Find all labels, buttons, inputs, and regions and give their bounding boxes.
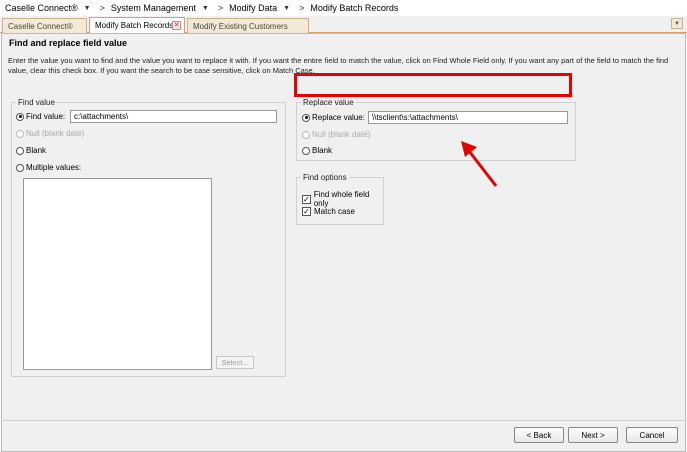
radio-button-selected[interactable]: [16, 112, 24, 121]
replace-blank-radio[interactable]: Blank: [302, 146, 332, 155]
radio-button[interactable]: [16, 163, 24, 172]
cancel-button[interactable]: Cancel: [626, 427, 678, 443]
find-blank-radio[interactable]: Blank: [16, 146, 46, 155]
breadcrumb-separator: >: [217, 3, 224, 13]
close-icon[interactable]: ✕: [172, 21, 181, 30]
radio-button[interactable]: [16, 146, 24, 155]
radio-button[interactable]: [302, 146, 310, 155]
breadcrumb-separator: >: [299, 3, 305, 13]
tab-modify-existing-customers[interactable]: Modify Existing Customers: [187, 18, 309, 33]
back-button[interactable]: < Back: [514, 427, 564, 443]
replace-value-radio[interactable]: Replace value:: [302, 113, 365, 122]
find-value-group: Find value Find value: c:\attachments\ N…: [11, 98, 286, 377]
select-button[interactable]: Select...: [216, 356, 254, 369]
footer-divider: [3, 420, 686, 421]
chevron-down-icon[interactable]: ▼: [84, 5, 91, 12]
find-value-input[interactable]: c:\attachments\: [70, 110, 277, 123]
breadcrumb: Caselle Connect® ▼ > System Management ▼ > M…: [0, 0, 687, 16]
tab-list-dropdown-icon[interactable]: ▼: [671, 18, 683, 29]
red-arrow-icon: [461, 141, 498, 187]
breadcrumb-item-modify-batch-records[interactable]: Modify Batch Records: [310, 3, 398, 13]
checkbox-checked-icon[interactable]: ✓: [302, 194, 311, 204]
page-title: Find and replace field value: [9, 38, 128, 48]
breadcrumb-separator: >: [99, 3, 105, 13]
find-whole-field-checkbox[interactable]: ✓ Find whole field only: [302, 190, 383, 208]
radio-button-selected[interactable]: [302, 113, 310, 122]
find-value-radio[interactable]: Find value:: [16, 112, 65, 121]
replace-value-group: Replace value Replace value: \\tsclient\…: [296, 98, 576, 161]
tab-modify-batch-records[interactable]: Modify Batch Records ✕: [89, 17, 185, 33]
breadcrumb-item-caselle-connect[interactable]: Caselle Connect® ▼ >: [5, 3, 111, 13]
find-options-group: Find options ✓ Find whole field only ✓ M…: [296, 173, 384, 225]
replace-null-radio[interactable]: Null (blank date): [302, 130, 370, 139]
checkbox-checked-icon[interactable]: ✓: [302, 207, 311, 216]
match-case-checkbox[interactable]: ✓ Match case: [302, 207, 355, 216]
radio-button[interactable]: [16, 129, 24, 138]
radio-button[interactable]: [302, 130, 310, 139]
find-value-group-label: Find value: [16, 98, 57, 107]
find-multiple-values-radio[interactable]: Multiple values:: [16, 163, 81, 172]
breadcrumb-item-system-management[interactable]: System Management ▼ >: [111, 3, 229, 13]
highlight-box-annotation: [294, 73, 572, 97]
breadcrumb-item-modify-data[interactable]: Modify Data ▼ >: [229, 3, 310, 13]
find-null-radio[interactable]: Null (blank date): [16, 129, 84, 138]
tab-bar: Caselle Connect® Modify Batch Records ✕ M…: [0, 16, 687, 33]
replace-value-input[interactable]: \\tsclient\s:\attachments\: [368, 111, 568, 124]
chevron-down-icon[interactable]: ▼: [283, 5, 290, 12]
tab-caselle-connect[interactable]: Caselle Connect®: [2, 18, 87, 33]
replace-value-group-label: Replace value: [301, 98, 356, 107]
next-button[interactable]: Next >: [568, 427, 618, 443]
multiple-values-list[interactable]: [23, 178, 212, 370]
find-options-group-label: Find options: [301, 173, 349, 182]
chevron-down-icon[interactable]: ▼: [202, 5, 209, 12]
